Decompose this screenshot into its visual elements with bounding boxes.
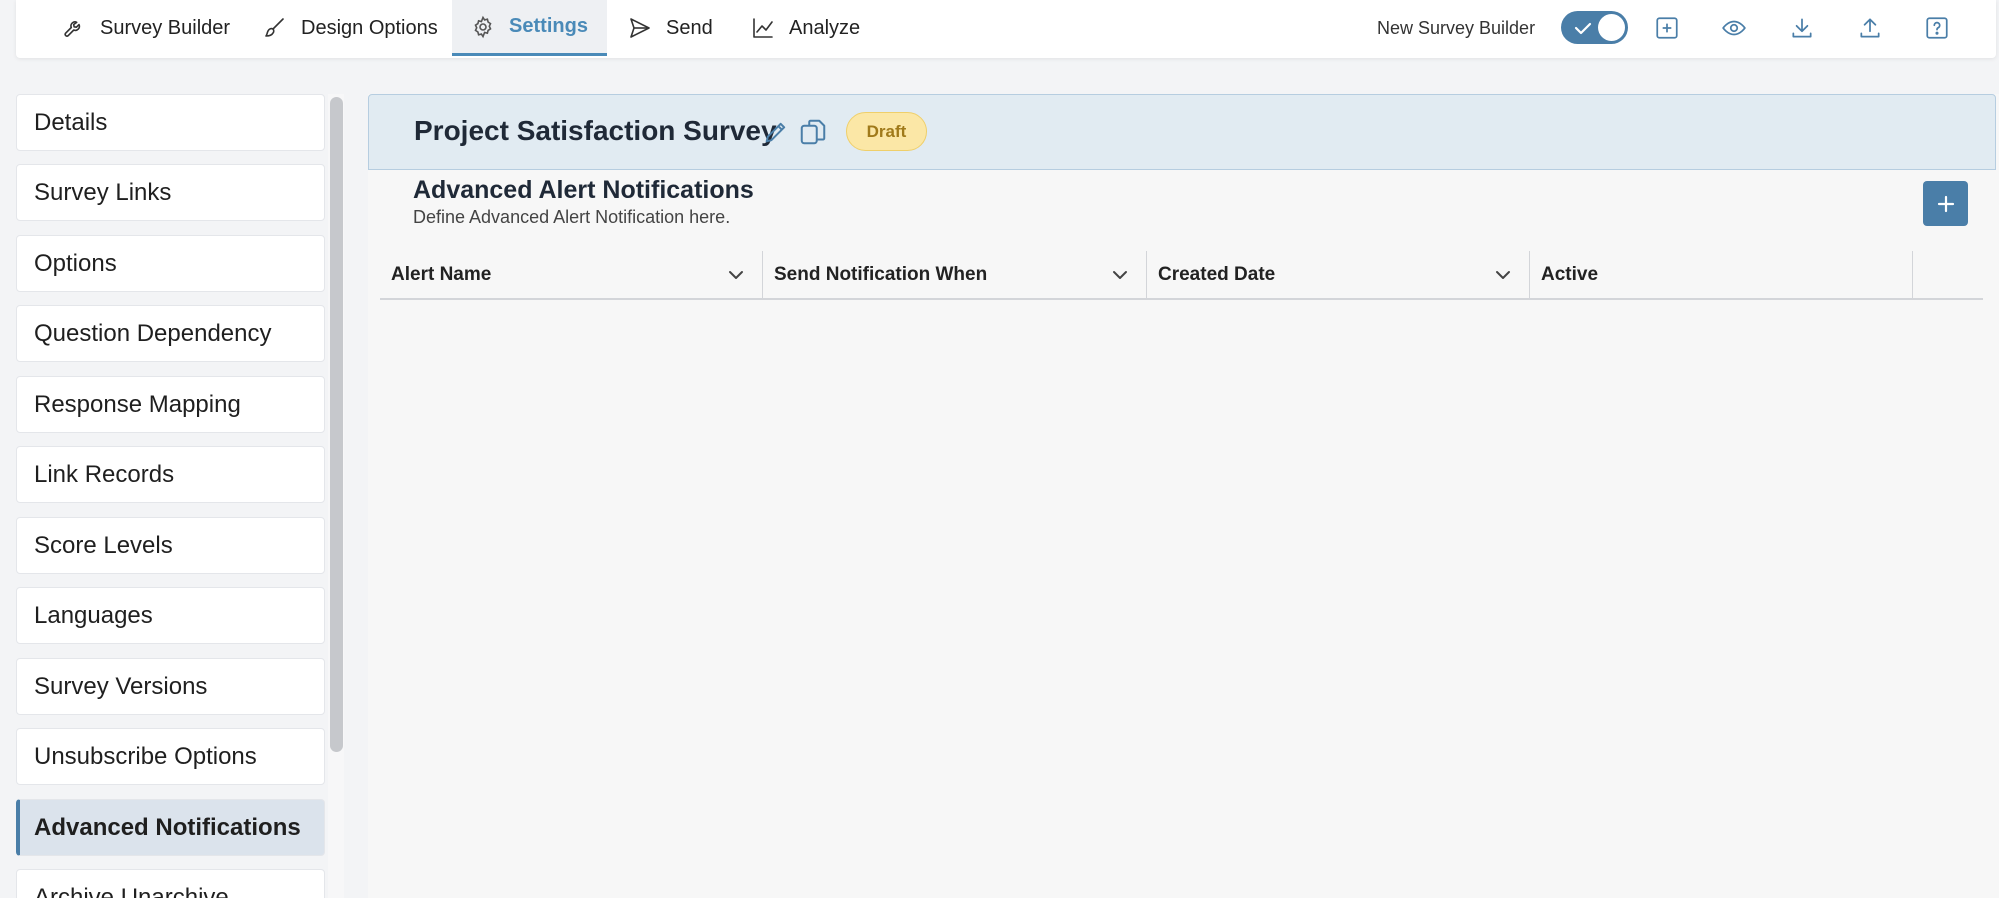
top-navigation-bar: Survey Builder Design Options Settings S… <box>16 0 1996 58</box>
new-survey-builder-toggle[interactable] <box>1561 11 1628 44</box>
gear-icon <box>474 15 492 38</box>
sidebar-item-unsubscribe-options[interactable]: Unsubscribe Options <box>16 728 325 785</box>
column-header-active[interactable]: Active <box>1530 251 1913 298</box>
tab-survey-builder-label: Survey Builder <box>100 16 231 39</box>
tab-design-options-label: Design Options <box>301 16 438 39</box>
sidebar-item-archive-unarchive[interactable]: Archive Unarchive <box>16 869 325 898</box>
add-item-button[interactable] <box>1653 14 1681 42</box>
tab-survey-builder[interactable]: Survey Builder <box>62 0 252 56</box>
sidebar-item-response-mapping[interactable]: Response Mapping <box>16 376 325 433</box>
chevron-down-icon[interactable] <box>1110 265 1130 285</box>
tab-analyze[interactable]: Analyze <box>751 0 871 56</box>
column-header-label: Send Notification When <box>774 263 988 285</box>
help-icon <box>1926 17 1948 39</box>
upload-button[interactable] <box>1856 14 1884 42</box>
sidebar-item-languages[interactable]: Languages <box>16 587 325 644</box>
sidebar-item-label: Link Records <box>34 460 175 488</box>
tab-design-options[interactable]: Design Options <box>263 0 453 56</box>
sidebar-item-label: Advanced Notifications <box>34 813 301 841</box>
check-icon <box>1574 22 1592 35</box>
preview-button[interactable] <box>1720 14 1748 42</box>
column-header-label: Active <box>1541 263 1599 285</box>
sidebar-item-label: Archive Unarchive <box>34 883 229 898</box>
plus-icon <box>1937 195 1954 212</box>
sidebar-item-label: Options <box>34 249 117 277</box>
tab-settings-label: Settings <box>509 15 588 37</box>
column-header-label: Alert Name <box>391 263 492 285</box>
pencil-icon[interactable] <box>762 118 790 146</box>
help-button[interactable] <box>1923 14 1951 42</box>
add-alert-button[interactable] <box>1923 181 1968 226</box>
sidebar-item-label: Score Levels <box>34 531 173 559</box>
column-header-created-date[interactable]: Created Date <box>1147 251 1530 298</box>
survey-title: Project Satisfaction Survey <box>414 115 777 146</box>
download-button[interactable] <box>1788 14 1816 42</box>
tab-analyze-label: Analyze <box>789 16 861 39</box>
add-box-icon <box>1656 17 1678 39</box>
sidebar-item-label: Survey Versions <box>34 672 208 700</box>
send-icon <box>630 18 650 38</box>
sidebar-scrollbar-thumb[interactable] <box>330 97 343 752</box>
brush-icon <box>265 18 284 37</box>
sidebar-item-link-records[interactable]: Link Records <box>16 446 325 503</box>
column-header-alert-name[interactable]: Alert Name <box>380 251 763 298</box>
tab-send-label: Send <box>666 16 713 39</box>
toggle-knob <box>1598 14 1625 41</box>
sidebar-item-label: Languages <box>34 601 153 629</box>
section-subtitle: Define Advanced Alert Notification here. <box>413 207 731 227</box>
sidebar-item-label: Unsubscribe Options <box>34 742 257 770</box>
sidebar-item-question-dependency[interactable]: Question Dependency <box>16 305 325 362</box>
sidebar-item-survey-links[interactable]: Survey Links <box>16 164 325 221</box>
sidebar-item-options[interactable]: Options <box>16 235 325 292</box>
new-survey-builder-label: New Survey Builder <box>1377 18 1536 38</box>
column-header-send-notification-when[interactable]: Send Notification When <box>763 251 1147 298</box>
status-badge: Draft <box>846 112 927 151</box>
sidebar-item-label: Survey Links <box>34 178 172 206</box>
alerts-table-header: Alert Name Send Notification When Create… <box>380 251 1983 300</box>
copy-icon[interactable] <box>798 117 828 147</box>
tab-send[interactable]: Send <box>628 0 723 56</box>
tab-settings[interactable]: Settings <box>452 0 607 56</box>
column-header-label: Created Date <box>1158 263 1276 285</box>
sidebar-item-details[interactable]: Details <box>16 94 325 151</box>
sidebar-item-advanced-notifications[interactable]: Advanced Notifications <box>16 799 325 856</box>
chart-line-icon <box>753 18 773 38</box>
chevron-down-icon[interactable] <box>1493 265 1513 285</box>
chevron-down-icon[interactable] <box>726 265 746 285</box>
sidebar-item-label: Question Dependency <box>34 319 272 347</box>
sidebar-item-label: Details <box>34 108 108 136</box>
sidebar-item-score-levels[interactable]: Score Levels <box>16 517 325 574</box>
eye-icon <box>1722 20 1746 36</box>
section-title: Advanced Alert Notifications <box>413 176 754 204</box>
download-icon <box>1792 18 1812 38</box>
sidebar-item-label: Response Mapping <box>34 390 241 418</box>
wrench-icon <box>64 21 81 37</box>
sidebar-item-survey-versions[interactable]: Survey Versions <box>16 658 325 715</box>
upload-icon <box>1860 18 1880 38</box>
